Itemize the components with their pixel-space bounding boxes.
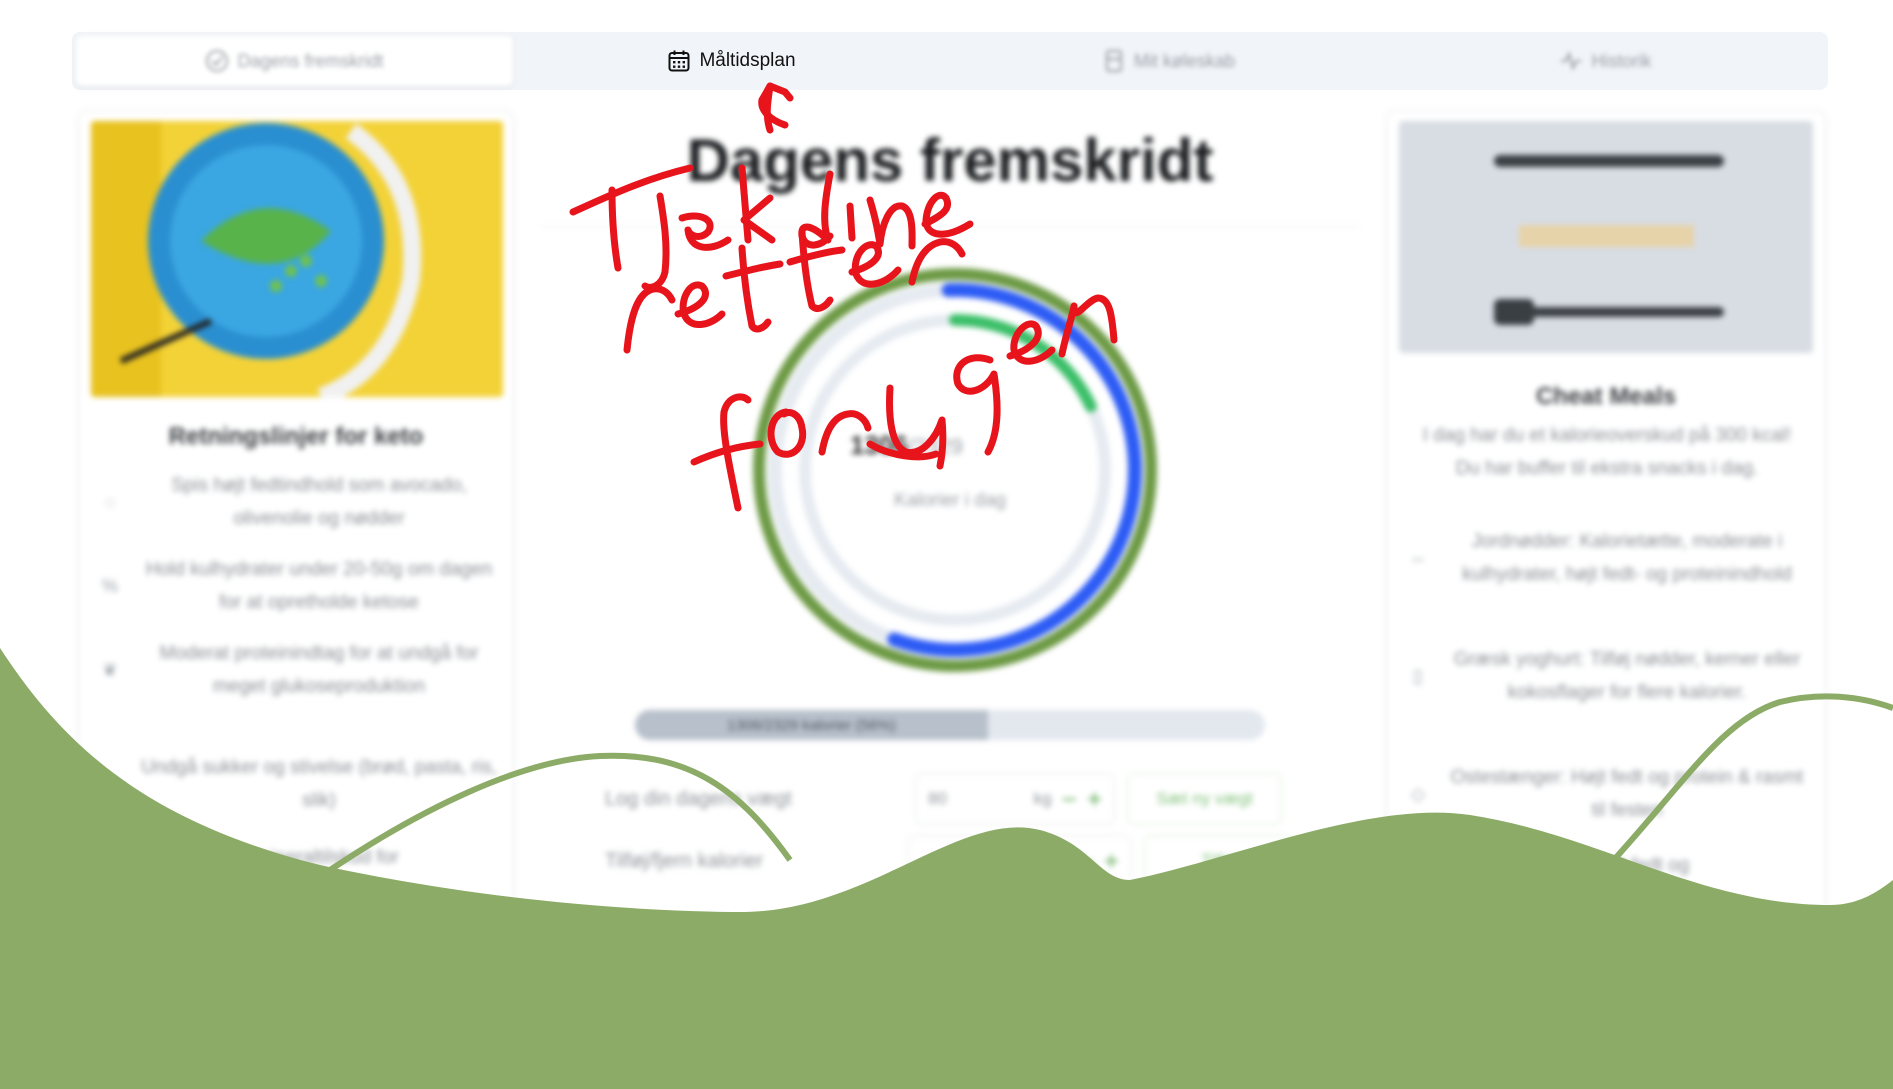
ring-value: 1306/2329 xyxy=(850,430,963,460)
cheat-meal-item: ○ ...: Højt fedt og xyxy=(1407,849,1807,882)
calorie-progress-bar: 1306/2329 kalorier (56%) xyxy=(635,710,1265,740)
tab-maltidsplan[interactable]: Måltidsplan xyxy=(513,36,950,86)
cheese-icon: ◇ xyxy=(1411,783,1425,804)
fridge-icon xyxy=(1105,50,1122,72)
cheat-meal-text: Ostestænger: Højt fedt og protein & rasm… xyxy=(1450,767,1804,821)
activity-icon xyxy=(1561,51,1582,71)
ring-label: Kalorier i dag xyxy=(894,490,1006,511)
decrement-button[interactable]: − xyxy=(1079,846,1094,877)
cheat-meal-text: Græsk yoghurt: Tilføj nødder, kerner ell… xyxy=(1453,649,1801,703)
calorie-adjust-row: Tilføj/fjern kalorier − + Tilføj xyxy=(605,834,1295,888)
cheat-meals-card: Cheat Meals I dag har du et kalorieovers… xyxy=(1386,110,1826,1010)
keto-guidelines-title: Retningslinjer for keto xyxy=(168,423,424,450)
calorie-progress-label: 1306/2329 kalorier (56%) xyxy=(727,716,896,734)
keto-rule: ⊘ Undgå sukker og stivelse (brød, pasta,… xyxy=(99,751,499,817)
cheat-meal-text: Jordnødder: Kalorietætte, moderate i kul… xyxy=(1462,531,1792,585)
add-calories-button[interactable]: Tilføj xyxy=(1143,835,1295,887)
weight-log-row: Log din dagens vægt 80 kg − + Sæt ny væg… xyxy=(605,772,1295,826)
keto-rule: ◌ Spis højt fedtindhold som avocado, oli… xyxy=(99,469,499,535)
calorie-adjust-label: Tilføj/fjern kalorier xyxy=(605,849,764,872)
calorie-progress-fill: 1306/2329 kalorier (56%) xyxy=(635,710,988,740)
cheat-meal-item: ▯ Græsk yoghurt: Tilføj nødder, kerner e… xyxy=(1407,643,1807,709)
tab-label: Mit køleskab xyxy=(1133,50,1236,71)
cheat-meal-text: ...: Højt fedt og xyxy=(1564,855,1690,876)
tab-label: Historik xyxy=(1591,50,1652,71)
percent-icon: % xyxy=(101,575,118,596)
weight-input[interactable]: 80 xyxy=(928,789,1024,809)
keto-rule: ⓘ ...mineraltilskud for xyxy=(99,841,499,874)
keto-rule: ❦ Moderat proteinindtag for at undgå for… xyxy=(99,637,499,703)
egg-icon: ○ xyxy=(1412,855,1424,875)
weight-unit: kg xyxy=(1033,789,1052,808)
keto-diet-cutlery-image xyxy=(1399,121,1813,353)
keto-rule: % Hold kulhydrater under 20-50g om dagen… xyxy=(99,553,499,619)
tab-bar: Dagens fremskridt Måltidsplan Mit kølesk… xyxy=(72,32,1828,90)
app-background: Retningslinjer for keto ◌ Spis højt fedt… xyxy=(0,0,1893,1089)
calorie-stepper[interactable]: − + xyxy=(907,835,1132,887)
keto-rule-text: Moderat proteinindtag for at undgå for m… xyxy=(159,643,479,697)
ban-icon: ⊘ xyxy=(102,773,118,794)
cup-icon: ▯ xyxy=(1413,665,1423,686)
check-circle-icon xyxy=(206,50,229,72)
weight-log-label: Log din dagens vægt xyxy=(605,787,792,810)
info-icon: ⓘ xyxy=(101,847,119,867)
nut-icon: ⇔ xyxy=(1409,547,1427,568)
keto-plate-image xyxy=(91,121,503,397)
page-title: Dagens fremskridt xyxy=(686,127,1214,194)
keto-rule-text: Spis højt fedtindhold som avocado, olive… xyxy=(171,475,467,529)
tab-label: Måltidsplan xyxy=(699,50,796,71)
tab-mit-koleskab[interactable]: Mit køleskab xyxy=(950,36,1387,86)
decrement-button[interactable]: − xyxy=(1062,784,1077,815)
cheat-meals-title: Cheat Meals xyxy=(1535,383,1677,410)
cheat-meals-intro: I dag har du et kalorieoverskud på 300 k… xyxy=(1422,425,1792,479)
leaf-icon: ❦ xyxy=(102,659,118,680)
drop-icon: ◌ xyxy=(104,491,116,512)
keto-rule-text: ...mineraltilskud for xyxy=(239,847,399,868)
cheat-meal-item: ◇ Ostestænger: Højt fedt og protein & ra… xyxy=(1407,761,1807,827)
calorie-ring xyxy=(753,268,1157,672)
set-weight-button[interactable]: Sæt ny vægt xyxy=(1127,773,1282,825)
weight-stepper[interactable]: 80 kg − + xyxy=(915,773,1115,825)
cheat-meal-item: ⇔ Jordnødder: Kalorietætte, moderate i k… xyxy=(1407,525,1807,591)
increment-button[interactable]: + xyxy=(1104,846,1119,877)
tab-historik[interactable]: Historik xyxy=(1387,36,1824,86)
tab-dagens-fremskridt[interactable]: Dagens fremskridt xyxy=(76,36,513,86)
tab-label: Dagens fremskridt xyxy=(237,50,384,71)
title-divider xyxy=(540,226,1360,227)
keto-rule-text: Hold kulhydrater under 20-50g om dagen f… xyxy=(145,559,493,613)
keto-rule-text: Undgå sukker og stivelse (brød, pasta, r… xyxy=(141,757,497,811)
keto-guidelines-card: Retningslinjer for keto ◌ Spis højt fedt… xyxy=(78,110,514,1010)
calendar-icon xyxy=(668,50,690,72)
increment-button[interactable]: + xyxy=(1087,784,1102,815)
